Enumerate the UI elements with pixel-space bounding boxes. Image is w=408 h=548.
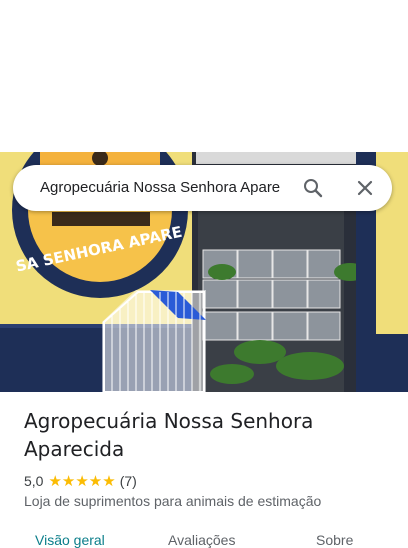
tab-reviews[interactable]: Avaliações [168, 532, 235, 548]
tab-overview[interactable]: Visão geral [35, 532, 105, 548]
rating-row[interactable]: 5,0 ★★★★★ (7) [24, 472, 137, 490]
map-blank-area [0, 0, 408, 152]
place-info-panel: Agropecuária Nossa Senhora Aparecida 5,0… [0, 392, 408, 548]
review-count[interactable]: (7) [120, 473, 137, 489]
clear-search-button[interactable] [353, 176, 377, 200]
rating-value: 5,0 [24, 473, 44, 489]
place-title: Agropecuária Nossa Senhora Aparecida [24, 409, 314, 461]
search-button[interactable] [301, 176, 325, 200]
star-rating-icon: ★★★★★ [48, 473, 116, 490]
place-category: Loja de suprimentos para animais de esti… [24, 493, 322, 509]
search-bar[interactable]: Agropecuária Nossa Senhora Apare [13, 165, 392, 211]
search-icon [304, 179, 323, 198]
search-input[interactable]: Agropecuária Nossa Senhora Apare [40, 179, 288, 196]
tab-about[interactable]: Sobre [316, 532, 353, 548]
close-icon [357, 180, 373, 196]
